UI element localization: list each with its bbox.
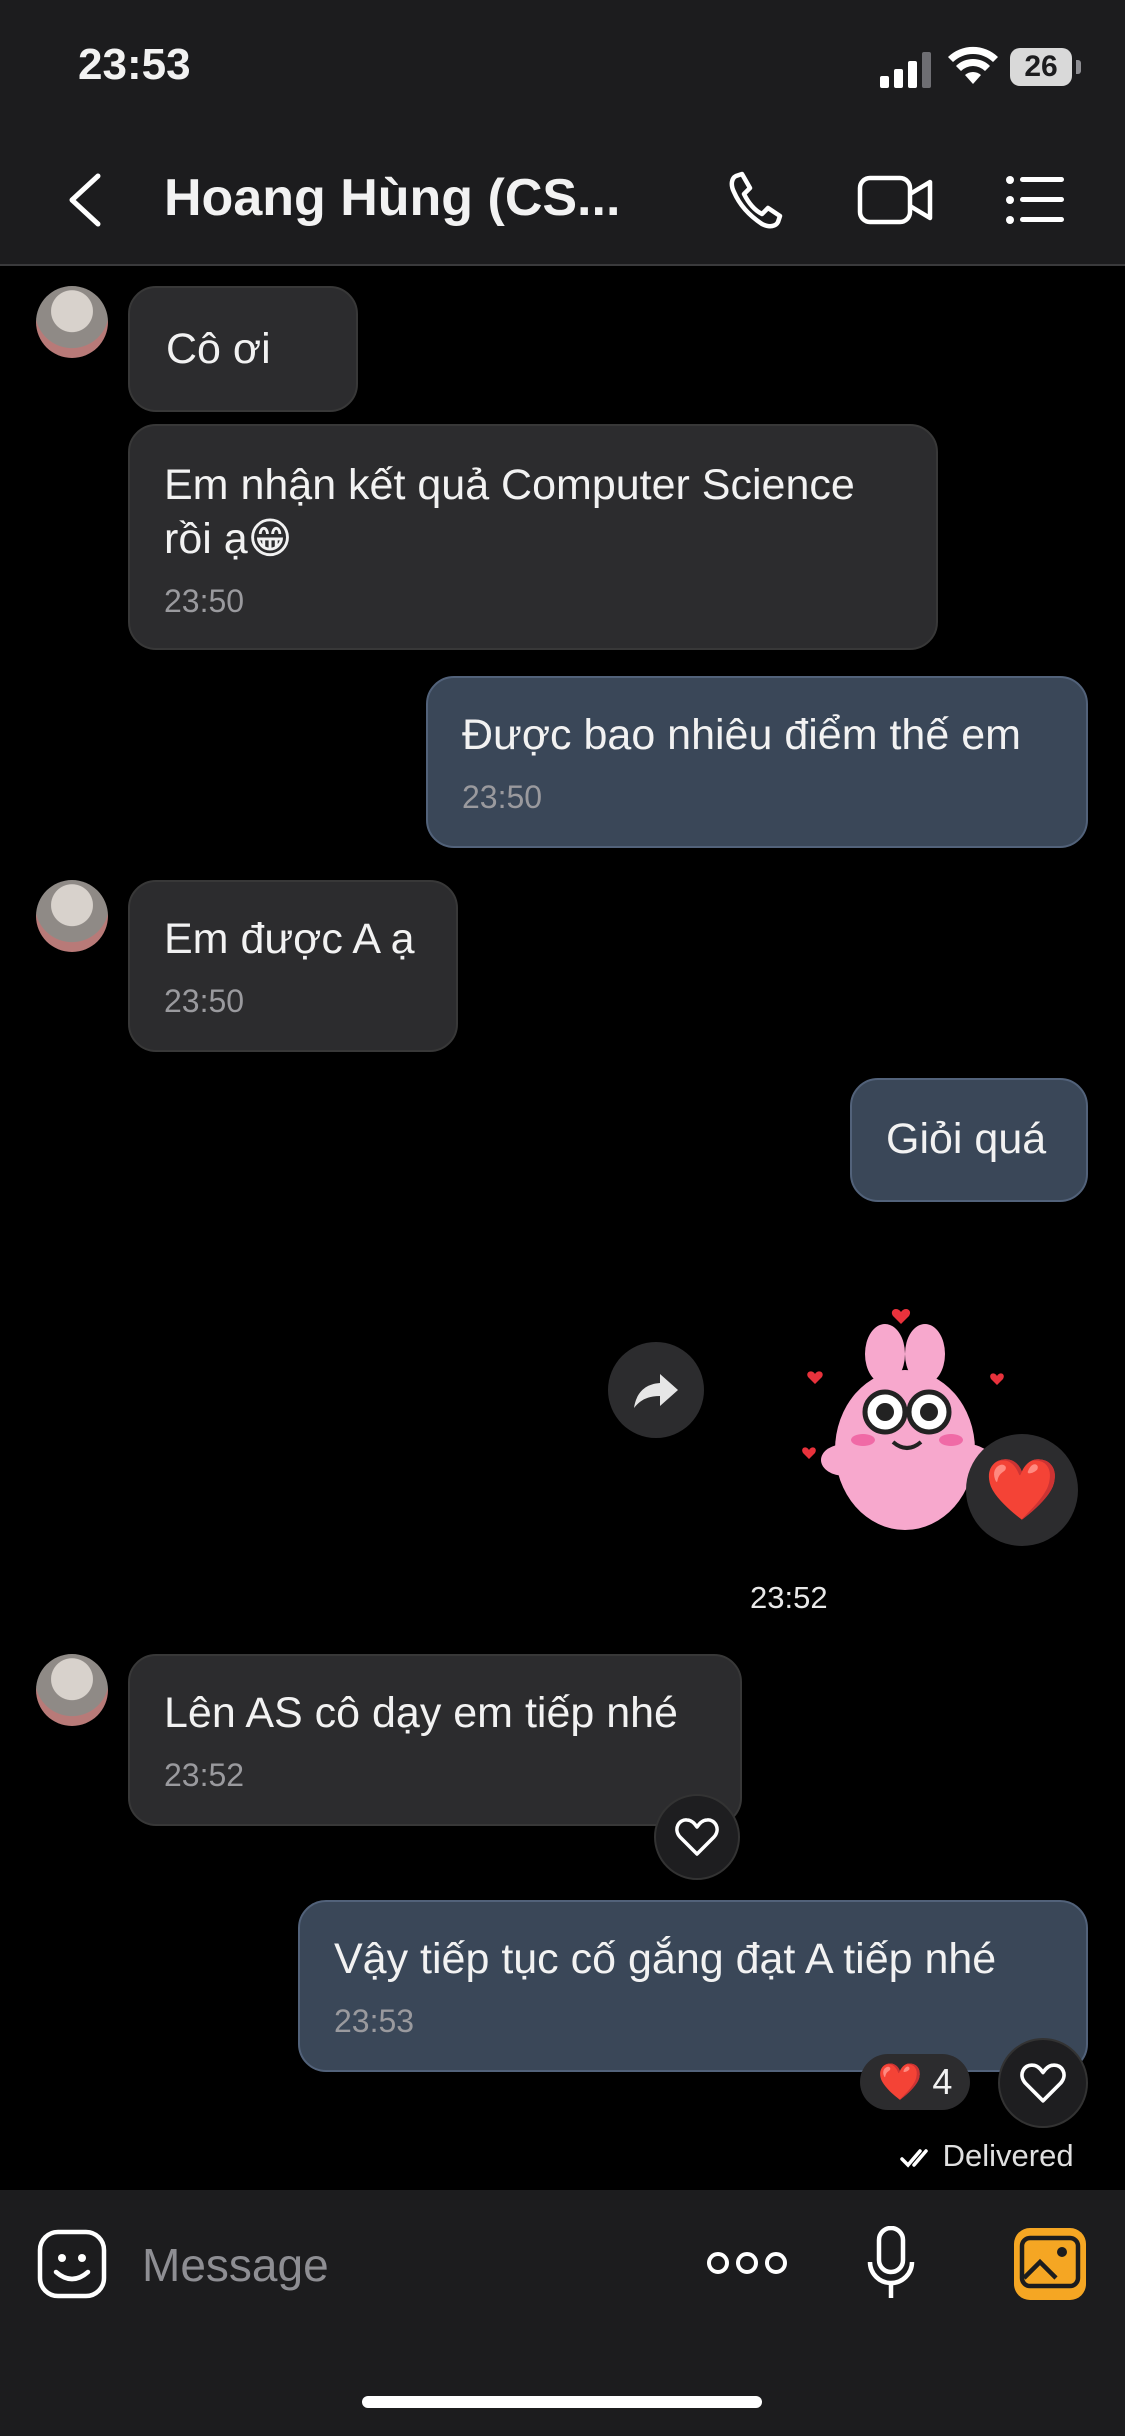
message-bubble-outgoing[interactable]: Vậy tiếp tục cố gắng đạt A tiếp nhé 23:5… [298, 1900, 1088, 2072]
gallery-icon[interactable] [1012, 2226, 1088, 2302]
message-text: Vậy tiếp tục cố gắng đạt A tiếp nhé [334, 1935, 997, 1983]
share-arrow-icon [634, 1374, 678, 1408]
battery-nub [1076, 60, 1081, 74]
message-text: Được bao nhiêu điểm thế em [462, 711, 1021, 759]
message-bubble-incoming[interactable]: Lên AS cô dạy em tiếp nhé 23:52 [128, 1654, 742, 1826]
reaction-summary[interactable]: ❤️ 4 [860, 2054, 970, 2110]
message-text: Giỏi quá [886, 1115, 1047, 1163]
message-text: Em được A ạ [164, 915, 415, 963]
delivery-status: Delivered [900, 2138, 1074, 2174]
avatar[interactable] [36, 1654, 108, 1726]
video-call-icon[interactable] [856, 160, 934, 240]
heart-outline-icon [1020, 2063, 1066, 2103]
avatar[interactable] [36, 880, 108, 952]
message-bubble-outgoing[interactable]: Giỏi quá [850, 1078, 1088, 1202]
more-dots-icon[interactable] [706, 2246, 788, 2280]
phone-icon[interactable] [722, 160, 790, 240]
top-bar: 23:53 26 Hoang Hùng (CS... [0, 0, 1125, 266]
wifi-icon [948, 46, 998, 84]
heart-outline-icon [675, 1818, 719, 1856]
message-time: 23:53 [334, 2003, 415, 2039]
double-check-icon [900, 2149, 928, 2168]
home-indicator [362, 2396, 762, 2408]
message-bubble-incoming[interactable]: Em được A ạ 23:50 [128, 880, 458, 1052]
sticker-reaction-badge[interactable]: ❤️ [966, 1434, 1078, 1546]
message-time: 23:50 [164, 583, 245, 619]
delivery-status-text: Delivered [942, 2138, 1074, 2173]
message-time: 23:52 [750, 1580, 828, 1615]
status-time: 23:53 [78, 40, 191, 89]
avatar[interactable] [36, 286, 108, 358]
message-text: Lên AS cô dạy em tiếp nhé [164, 1689, 678, 1737]
message-text: Cô ơi [166, 325, 271, 373]
react-heart-button[interactable] [998, 2038, 1088, 2128]
message-bubble-incoming[interactable]: Cô ơi [128, 286, 358, 412]
message-text: Em nhận kết quả Computer Science rồi ạ😁 [164, 461, 855, 563]
react-heart-button[interactable] [654, 1794, 740, 1880]
sticker-face-icon[interactable] [36, 2228, 108, 2300]
microphone-icon[interactable] [866, 2226, 916, 2302]
message-bubble-outgoing[interactable]: Được bao nhiêu điểm thế em 23:50 [426, 676, 1088, 848]
cellular-signal-icon [880, 52, 931, 88]
message-time: 23:52 [164, 1757, 245, 1793]
back-icon[interactable] [62, 168, 110, 232]
message-bubble-incoming[interactable]: Em nhận kết quả Computer Science rồi ạ😁 … [128, 424, 938, 650]
message-input[interactable]: Message [142, 2238, 329, 2292]
message-time: 23:50 [164, 983, 245, 1019]
heart-reaction-icon: ❤️ [877, 2061, 923, 2102]
heart-reaction-icon: ❤️ [984, 1456, 1060, 1523]
forward-button[interactable] [608, 1342, 704, 1438]
contact-name[interactable]: Hoang Hùng (CS... [164, 168, 620, 228]
menu-list-icon[interactable] [1002, 160, 1068, 240]
reaction-count: 4 [932, 2061, 953, 2102]
message-time: 23:50 [462, 779, 543, 815]
battery-indicator: 26 [1010, 48, 1072, 86]
